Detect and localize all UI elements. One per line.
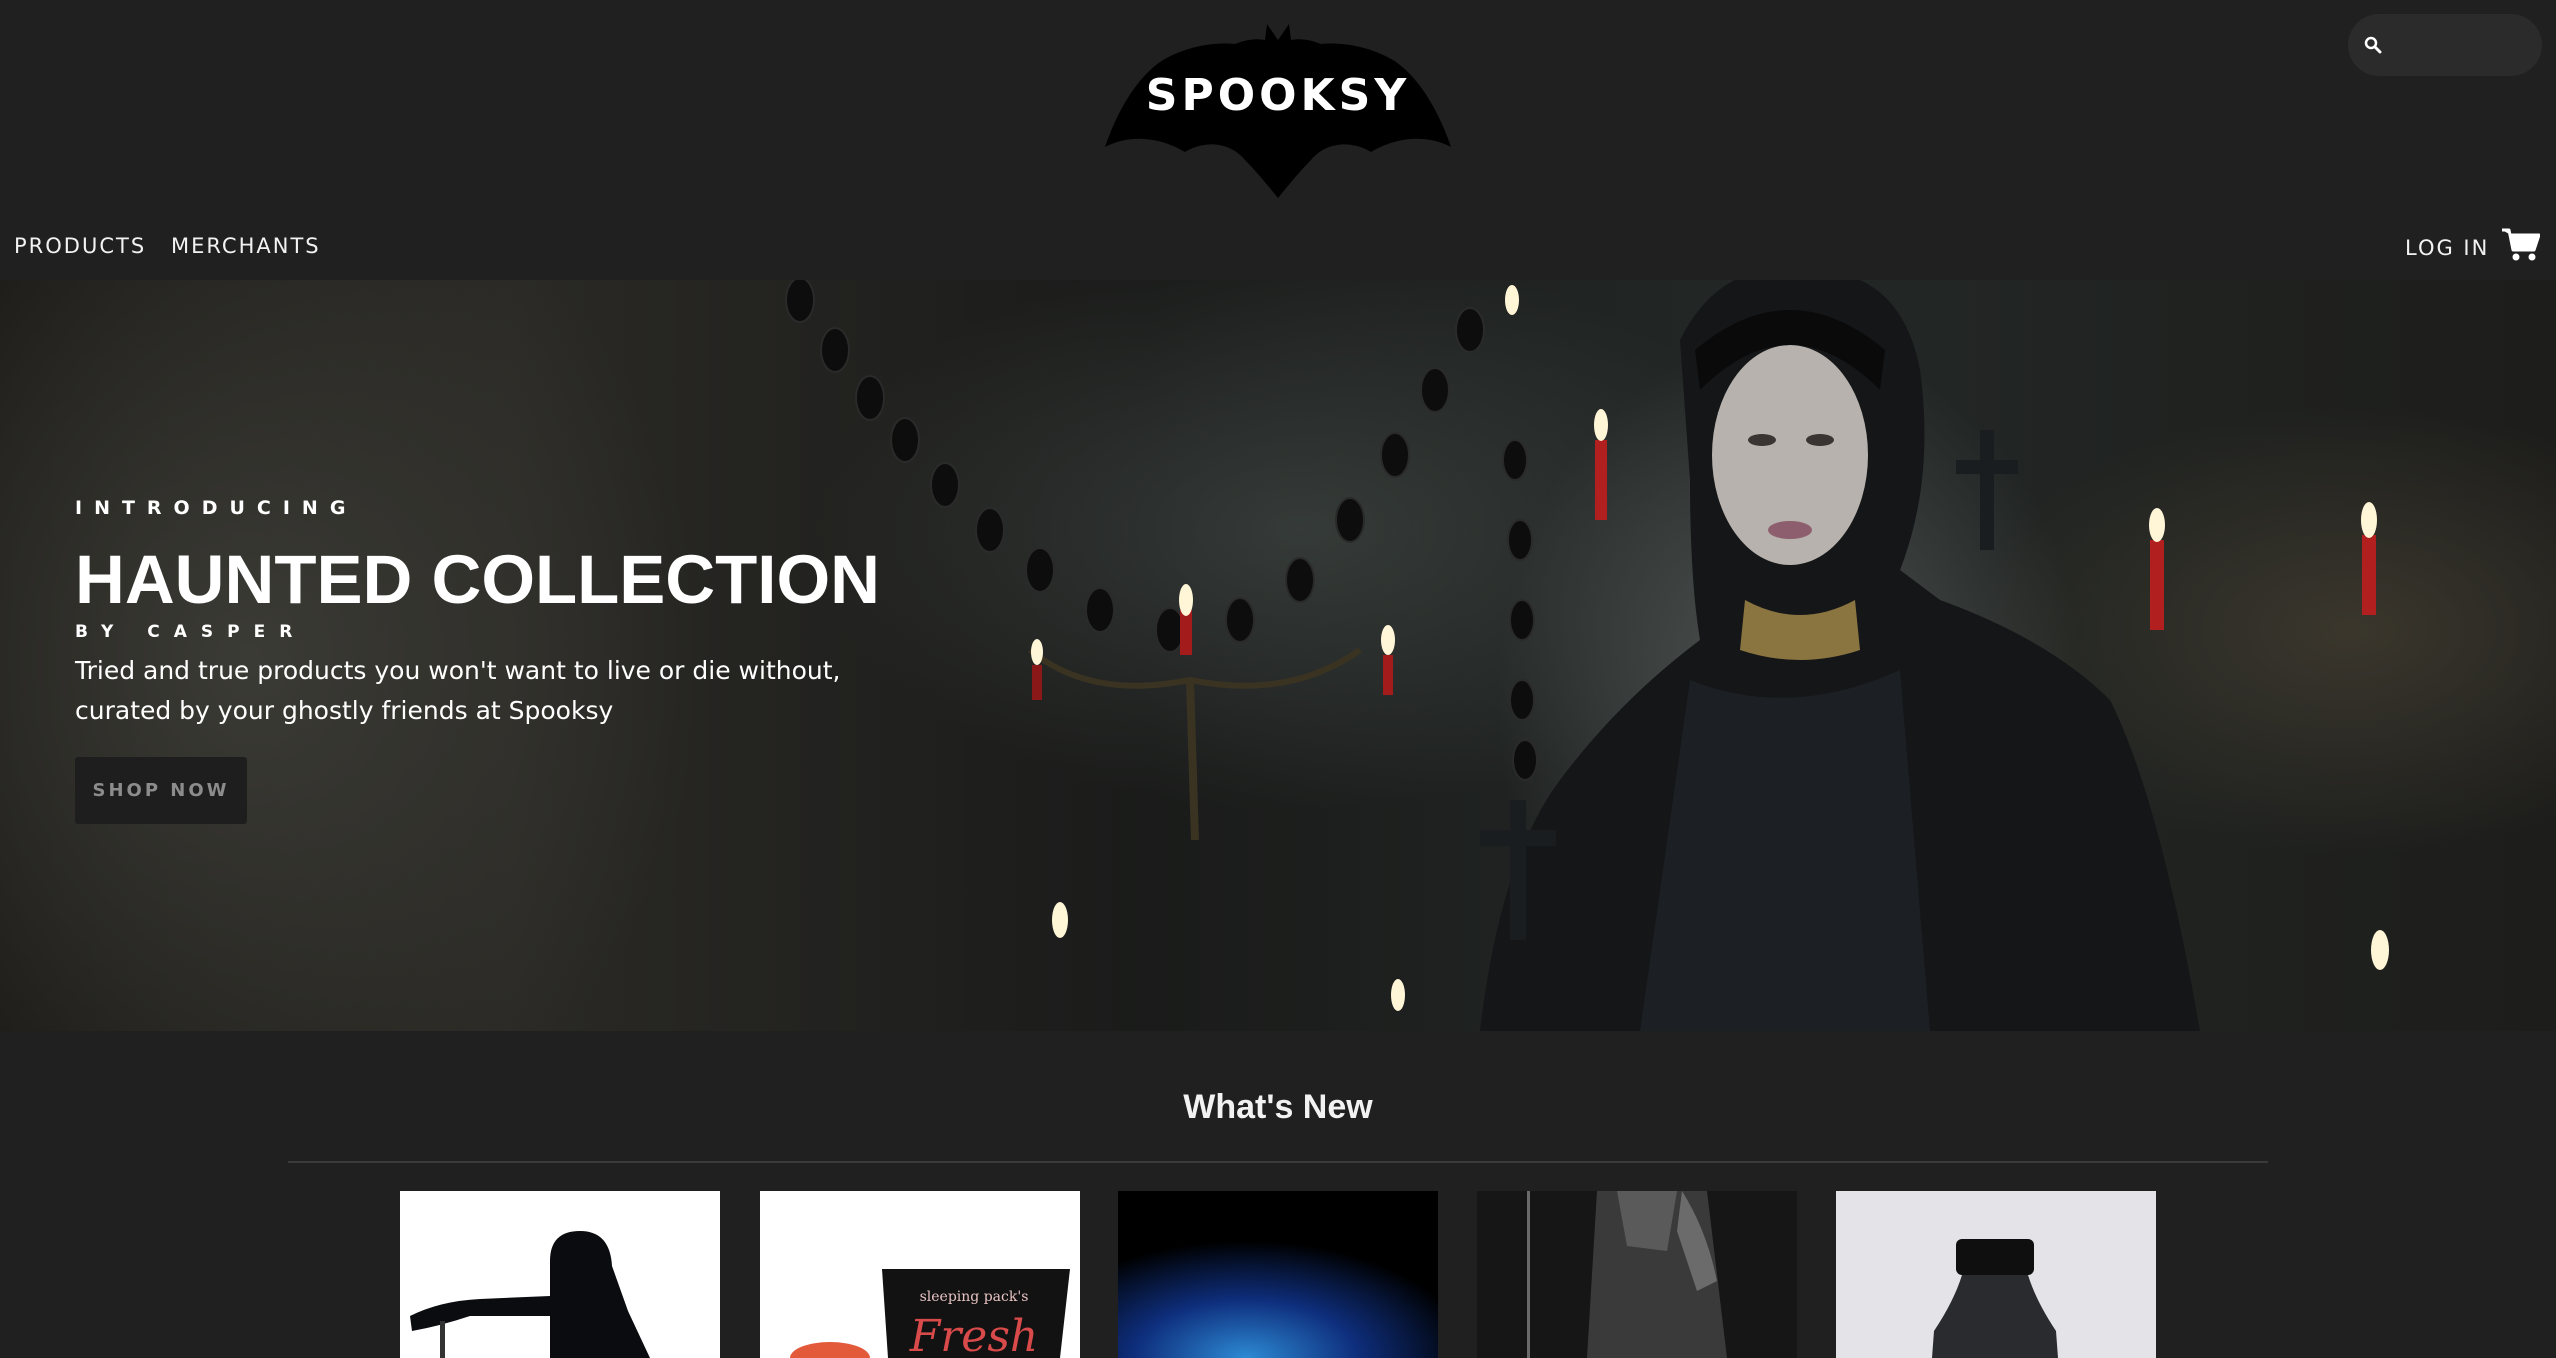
hero-banner: INTRODUCING HAUNTED COLLECTION BY CASPER… — [0, 280, 2556, 1031]
svg-text:sleeping pack's: sleeping pack's — [920, 1289, 1029, 1305]
logo-text: SPOOKSY — [1146, 70, 1410, 121]
spooksy-logo[interactable]: SPOOKSY — [1105, 22, 1451, 198]
hero-byline: BY CASPER — [75, 622, 307, 642]
hero-tagline: Tried and true products you won't want t… — [75, 656, 841, 725]
product-card-black-bottle[interactable] — [1836, 1191, 2156, 1358]
whats-new-title: What's New — [1183, 1088, 1373, 1126]
search-icon — [2364, 36, 2382, 54]
hero-eyebrow: INTRODUCING — [75, 497, 358, 519]
login-link[interactable]: LOG IN — [2405, 236, 2489, 260]
search-input[interactable] — [2392, 33, 2532, 57]
product-card-hooded-figure[interactable] — [400, 1191, 720, 1358]
svg-text:Fresh: Fresh — [909, 1311, 1039, 1358]
search-box[interactable] — [2348, 14, 2542, 76]
nav-merchants[interactable]: MERCHANTS — [171, 234, 321, 258]
hero-title: HAUNTED COLLECTION — [75, 541, 880, 618]
cart-icon[interactable] — [2502, 228, 2540, 262]
site-header: SPOOKSY PRODUCTS MERCHANTS LOG IN — [0, 0, 2556, 280]
product-card-blue-smoke[interactable] — [1118, 1191, 1438, 1358]
section-divider — [288, 1161, 2268, 1163]
shop-now-button[interactable]: SHOP NOW — [75, 757, 247, 824]
product-card-sleeping-pack[interactable]: sleeping pack's Fresh — [760, 1191, 1080, 1358]
nav-products[interactable]: PRODUCTS — [14, 234, 146, 258]
product-card-dark-figure[interactable] — [1477, 1191, 1797, 1358]
